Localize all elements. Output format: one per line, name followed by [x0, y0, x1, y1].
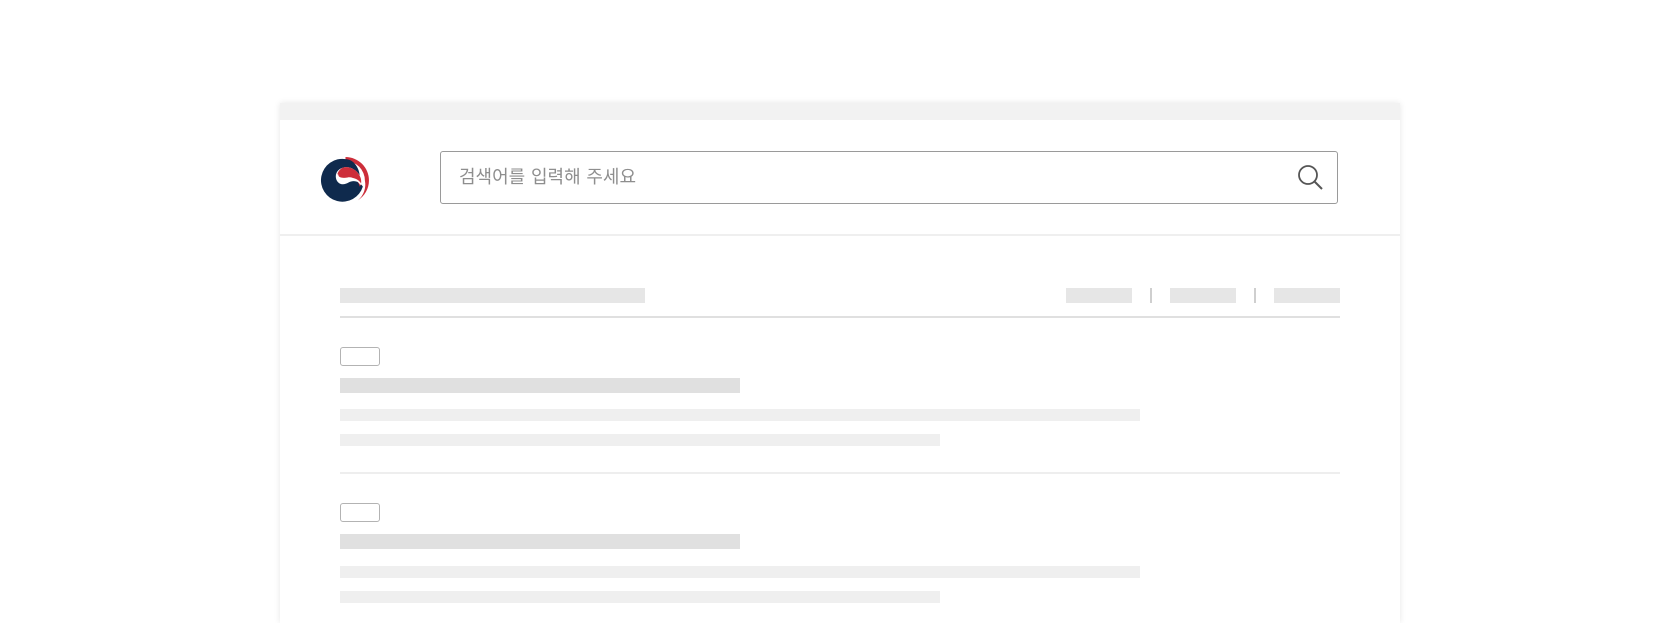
sort-tab-placeholder-3[interactable] [1274, 288, 1340, 303]
result-summary-line-placeholder [340, 434, 940, 446]
result-summary-line-placeholder [340, 409, 1140, 421]
search-box [440, 151, 1338, 204]
results-title-placeholder [340, 288, 645, 303]
taegeuk-logo-icon [320, 157, 369, 202]
results-header-divider [340, 316, 1340, 318]
result-title-placeholder[interactable] [340, 534, 740, 549]
search-icon [1298, 165, 1323, 190]
government-logo[interactable] [320, 155, 371, 206]
sort-tab-placeholder-1[interactable] [1066, 288, 1132, 303]
search-input[interactable] [459, 152, 1279, 202]
browser-window [280, 103, 1400, 623]
result-category-chip-placeholder [340, 347, 380, 366]
result-summary-line-placeholder [340, 566, 1140, 578]
site-header [280, 120, 1400, 236]
sort-tab-placeholder-2[interactable] [1170, 288, 1236, 303]
tab-divider [1150, 288, 1152, 303]
search-button[interactable] [1295, 163, 1327, 193]
result-category-chip-placeholder [340, 503, 380, 522]
result-title-placeholder[interactable] [340, 378, 740, 393]
result-summary-line-placeholder [340, 591, 940, 603]
window-topbar [280, 103, 1400, 120]
result-divider [340, 472, 1340, 474]
tab-divider [1254, 288, 1256, 303]
